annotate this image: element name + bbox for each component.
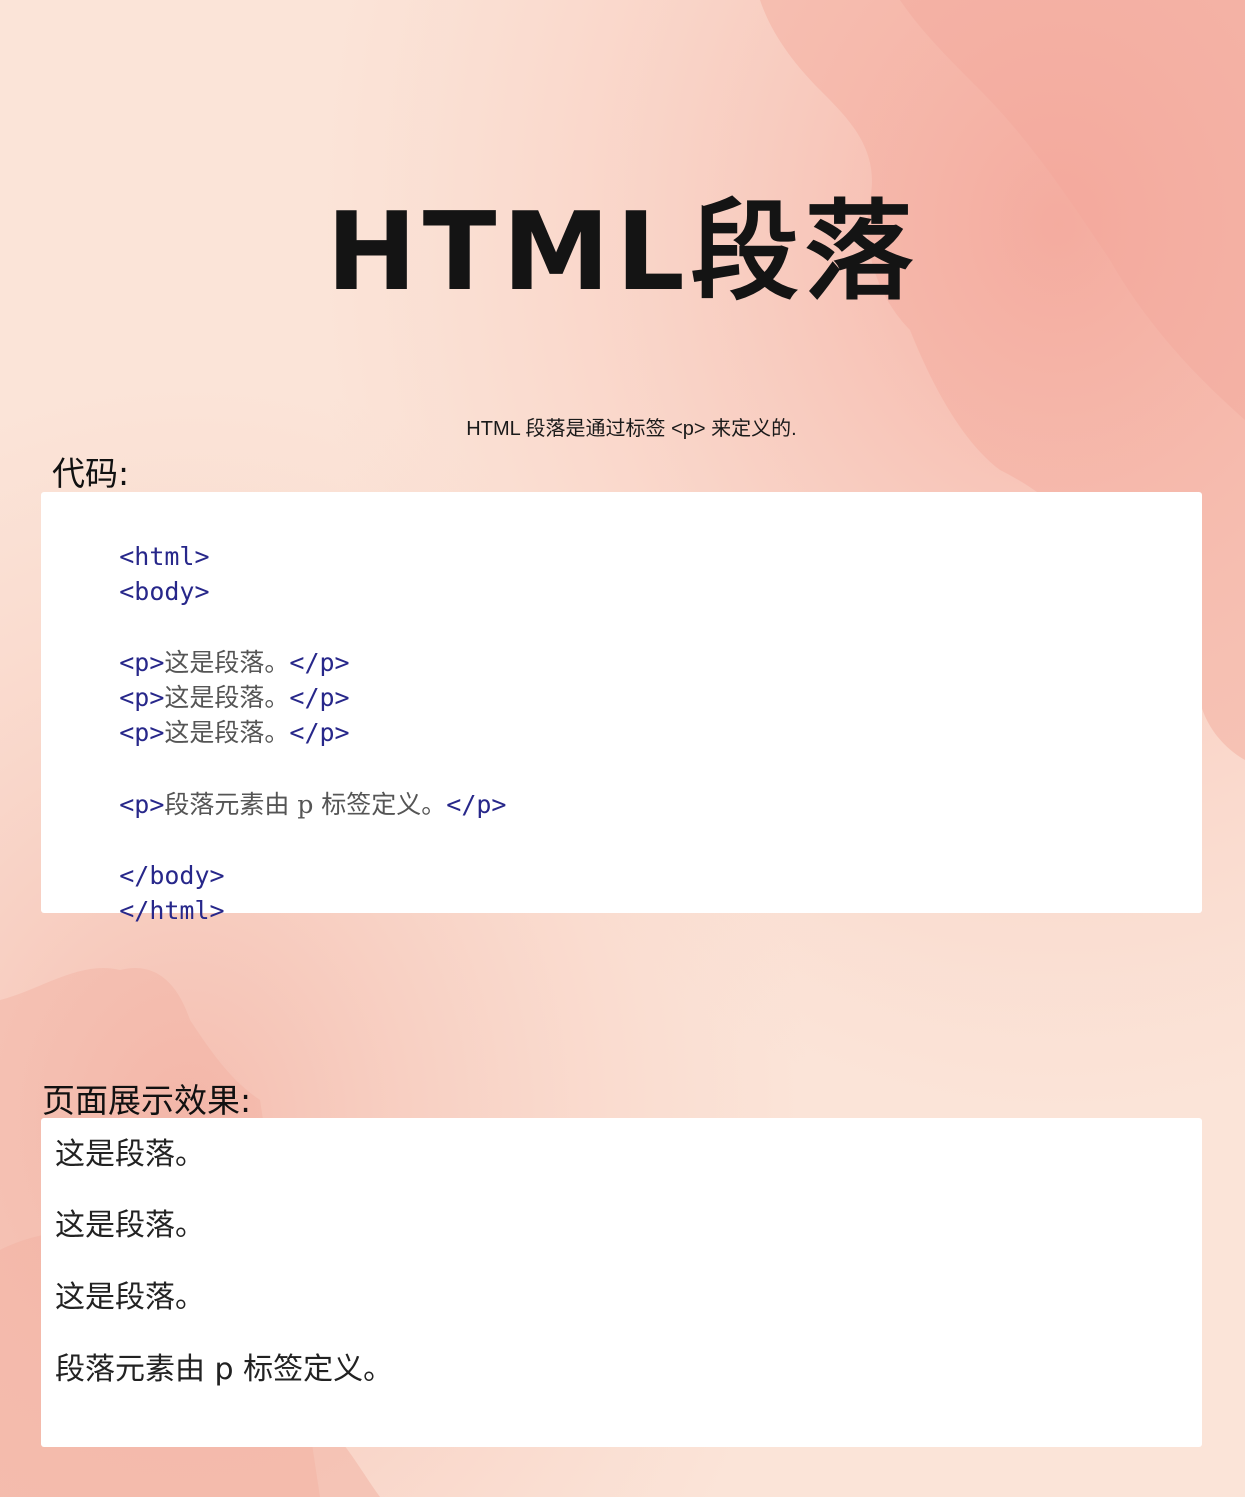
page-title: HTML段落 xyxy=(326,190,919,315)
rendered-paragraph: 段落元素由 p 标签定义。 xyxy=(55,1352,394,1387)
code-tag: <p> xyxy=(119,790,165,819)
rendered-paragraph: 这是段落。 xyxy=(55,1208,205,1243)
rendered-paragraph: 这是段落。 xyxy=(55,1137,205,1172)
code-line-html-close: </html> xyxy=(59,860,225,962)
subtitle: HTML 段落是通过标签 <p> 来定义的. xyxy=(466,418,797,440)
code-tag: <body> xyxy=(119,577,210,606)
rendered-paragraph: 这是段落。 xyxy=(55,1280,205,1315)
code-block: <html> <body> <p>这是段落。</p> <p>这是段落。</p> … xyxy=(41,492,1202,925)
code-text: 这是段落。 xyxy=(164,718,290,747)
code-tag: </p> xyxy=(446,790,507,819)
code-section-label: 代码: xyxy=(52,454,130,493)
code-tag: </p> xyxy=(289,718,350,747)
rendered-output: 这是段落。 这是段落。 这是段落。 段落元素由 p 标签定义。 xyxy=(41,1118,1202,1447)
code-text: 段落元素由 p 标签定义。 xyxy=(164,790,447,819)
code-tag: <p> xyxy=(119,718,165,747)
code-tag: </html> xyxy=(119,896,225,925)
result-section-label: 页面展示效果: xyxy=(42,1081,252,1120)
